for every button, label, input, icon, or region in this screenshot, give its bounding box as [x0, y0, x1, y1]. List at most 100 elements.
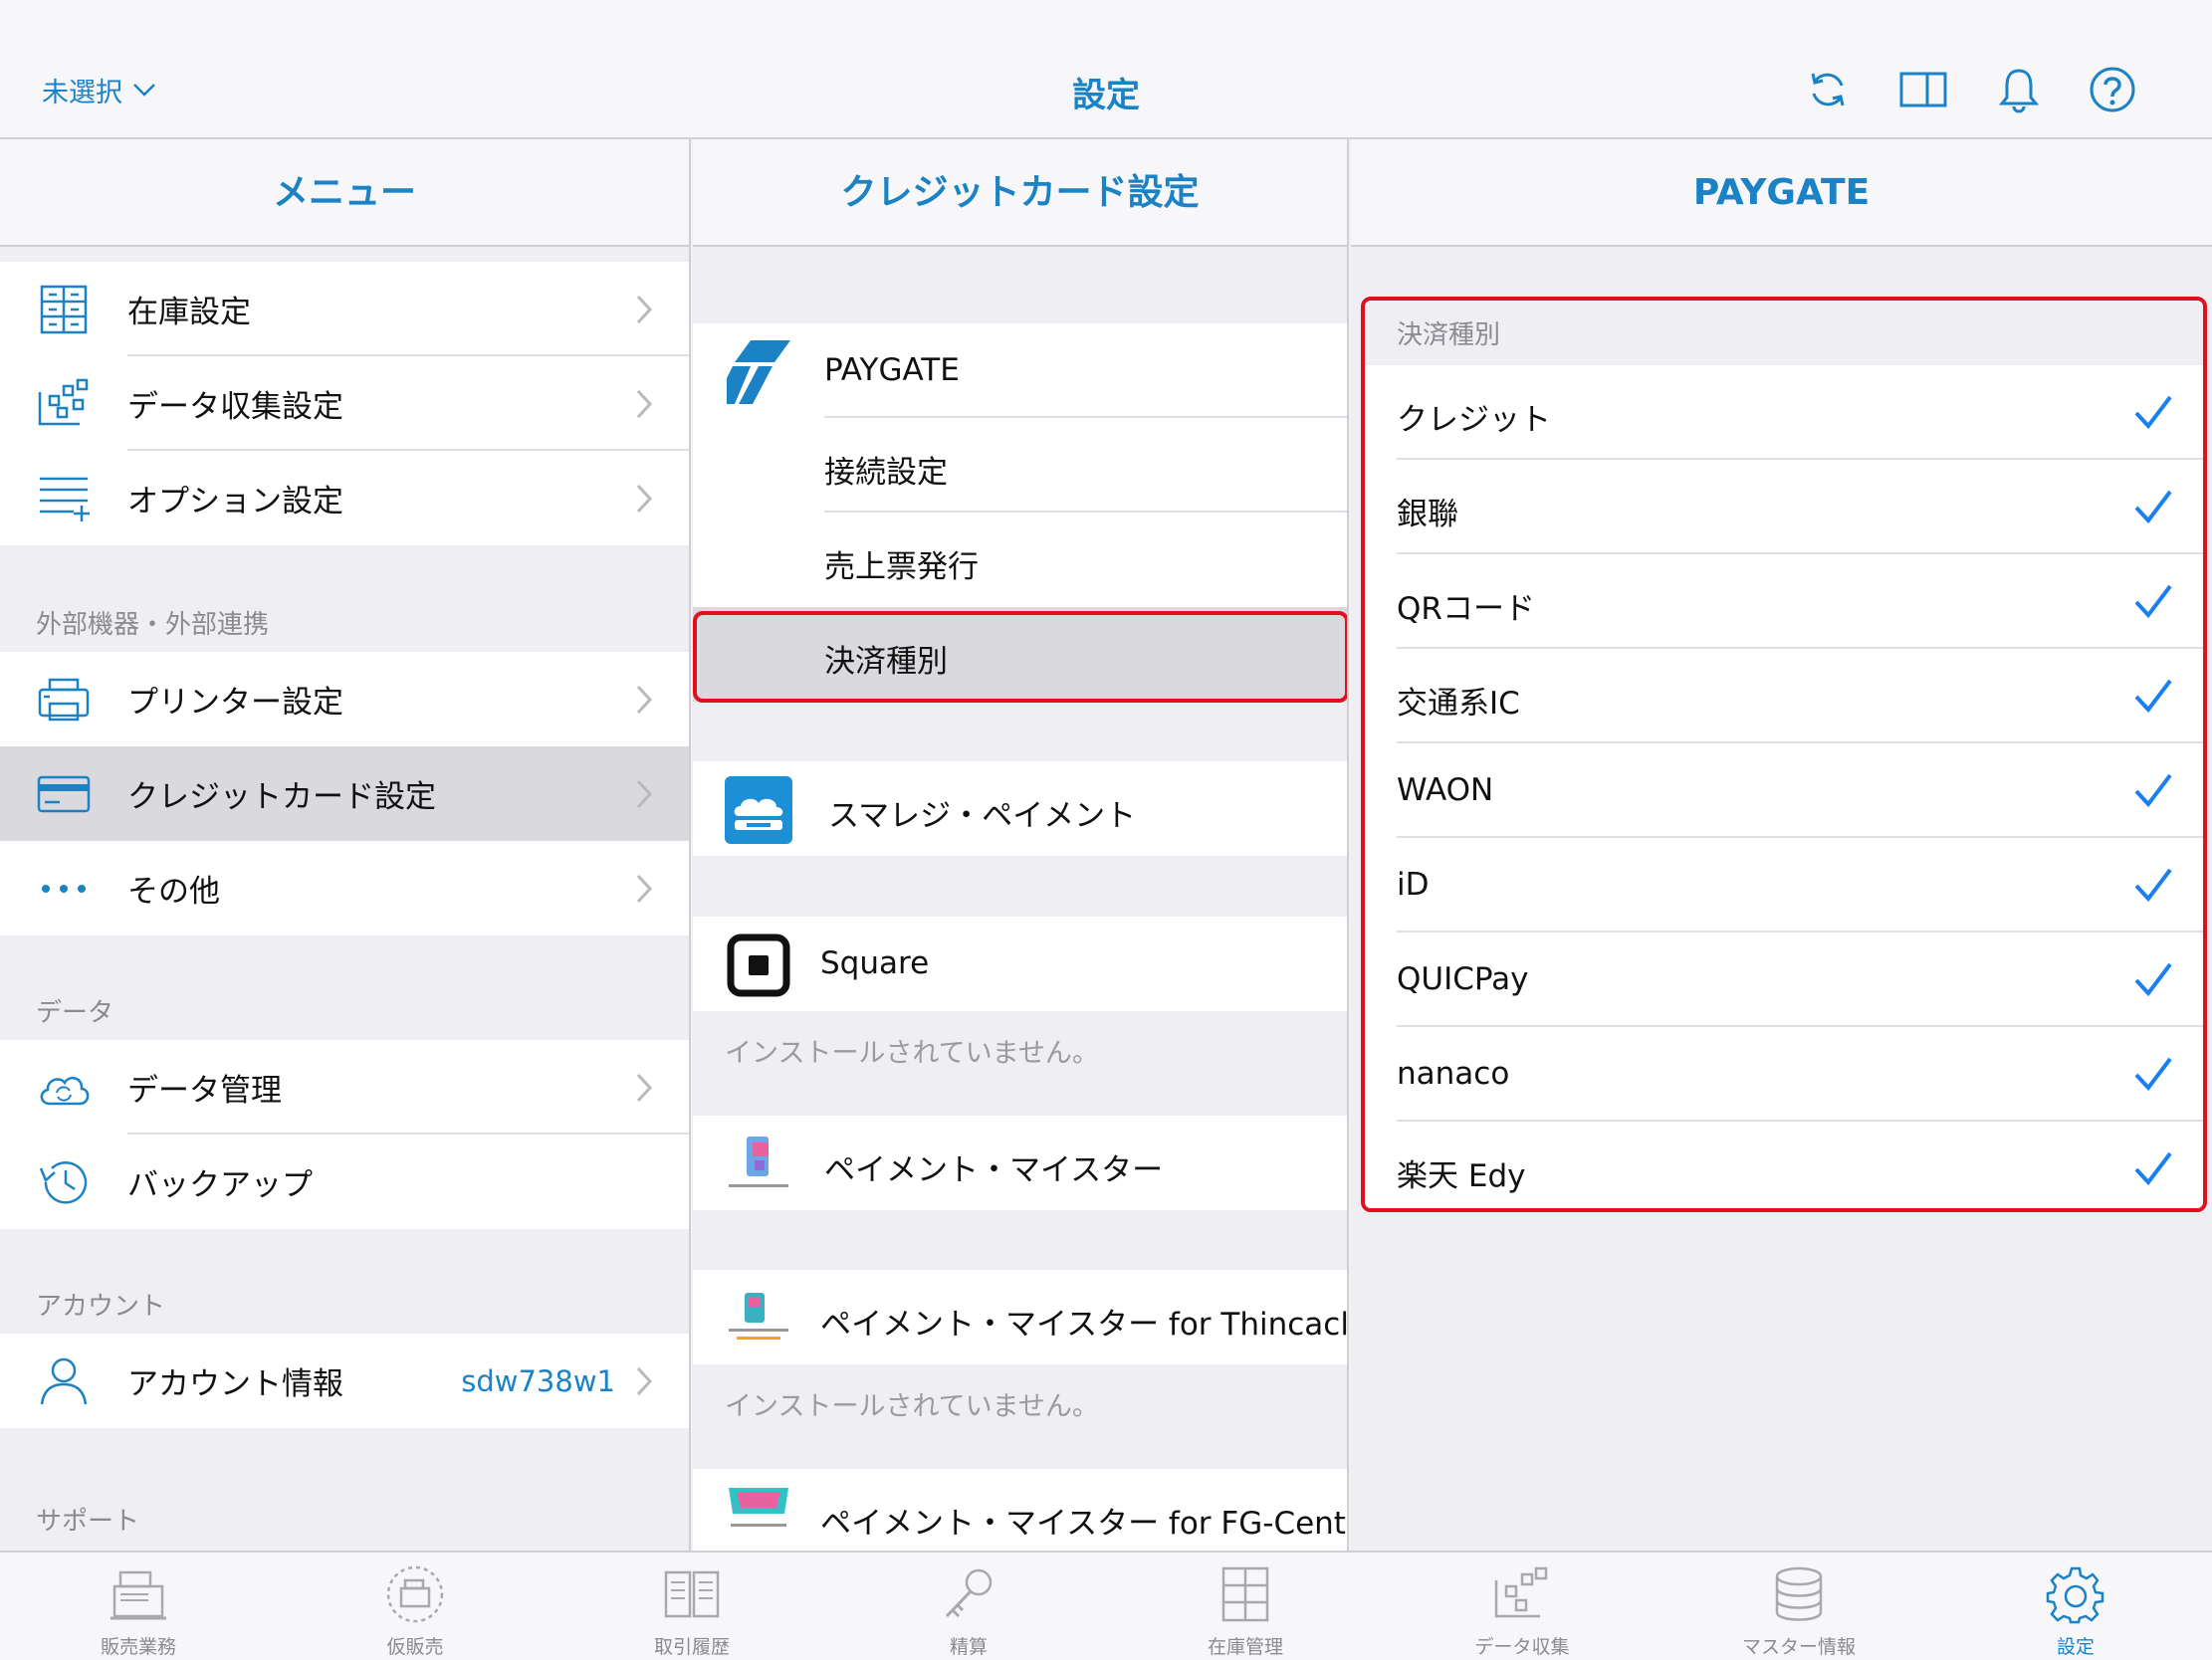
menu-item-label: クレジットカード設定	[127, 779, 436, 815]
inventory-icon	[40, 285, 88, 334]
payment-type-unionpay[interactable]: 銀聯	[1365, 460, 2203, 554]
checkmark-icon	[2134, 679, 2172, 714]
checkmark-icon	[2134, 584, 2172, 619]
tab-label: データ収集	[1474, 1636, 1570, 1658]
menu-item-option-settings[interactable]: オプション設定	[0, 451, 689, 545]
menu-item-inventory-settings[interactable]: 在庫設定	[0, 262, 689, 356]
cloud-sync-icon	[40, 1076, 90, 1106]
tab-data-collection[interactable]: データ収集	[1384, 1553, 1660, 1660]
paygate-connection-settings[interactable]: 接続設定	[693, 418, 1347, 513]
menu-item-label: その他	[127, 874, 220, 910]
smaregi-payment-logo-icon	[725, 776, 792, 844]
tab-label: 仮販売	[386, 1636, 444, 1658]
gear-icon	[2046, 1566, 2104, 1624]
payment-type-nanaco[interactable]: nanaco	[1365, 1027, 2203, 1122]
user-icon	[40, 1357, 88, 1405]
payment-meister-row[interactable]: ペイメント・マイスター	[693, 1116, 1347, 1210]
payment-type-id[interactable]: iD	[1365, 838, 2203, 933]
tab-label: 取引履歴	[653, 1636, 730, 1658]
section-header-account: アカウント	[36, 1292, 166, 1322]
smaregi-payment-row[interactable]: スマレジ・ペイメント	[693, 761, 1347, 856]
tab-provisional-sales[interactable]: 仮販売	[277, 1553, 553, 1660]
payment-type-label: クレジット	[1397, 402, 1551, 438]
menu-item-label: データ収集設定	[127, 389, 343, 425]
menu-item-credit-card-settings[interactable]: クレジットカード設定	[0, 746, 689, 841]
credit-card-icon	[37, 775, 91, 813]
database-icon	[1775, 1566, 1823, 1621]
payment-type-qr-code[interactable]: QRコード	[1365, 554, 2203, 649]
paygate-payment-type[interactable]: 決済種別	[693, 607, 1347, 702]
checkmark-icon	[2134, 773, 2172, 808]
not-installed-note: インストールされていません。	[725, 1391, 1099, 1422]
payment-type-quicpay[interactable]: QUICPay	[1365, 933, 2203, 1027]
chevron-right-icon	[636, 685, 653, 715]
chevron-right-icon	[636, 1366, 653, 1396]
key-icon	[945, 1568, 993, 1618]
paygate-label: PAYGATE	[824, 352, 960, 388]
payment-type-label: QRコード	[1397, 591, 1535, 627]
help-icon[interactable]	[2089, 66, 2136, 113]
payment-type-rakuten-edy[interactable]: 楽天 Edy	[1365, 1122, 2203, 1208]
payment-type-list: 決済種別 クレジット 銀聯 QRコード 交通系IC WAON iD QUICPa…	[1361, 297, 2207, 1212]
menu-item-data-collection-settings[interactable]: データ収集設定	[0, 356, 689, 451]
menu-item-label: 在庫設定	[127, 295, 251, 330]
list-add-icon	[40, 477, 90, 521]
menu-item-account-info[interactable]: アカウント情報 sdw738w1	[0, 1334, 689, 1428]
payment-type-waon[interactable]: WAON	[1365, 743, 2203, 838]
menu-column-title: メニュー	[0, 139, 689, 247]
bell-icon[interactable]	[1995, 66, 2043, 113]
split-view-icon[interactable]	[1899, 66, 1947, 113]
tab-master-info[interactable]: マスター情報	[1660, 1553, 1937, 1660]
tab-settings[interactable]: 設定	[1937, 1553, 2212, 1660]
paygate-receipt-issue[interactable]: 売上票発行	[693, 513, 1347, 607]
payment-type-label: nanaco	[1397, 1056, 1510, 1092]
tab-label: マスター情報	[1741, 1636, 1856, 1658]
history-icon	[39, 1161, 88, 1204]
section-header-data: データ	[36, 998, 114, 1028]
payment-type-label: 銀聯	[1397, 497, 1458, 532]
square-row[interactable]: Square	[693, 917, 1347, 1011]
square-label: Square	[820, 945, 930, 981]
provisional-register-icon	[386, 1565, 444, 1623]
paygate-column-title: PAYGATE	[1351, 139, 2212, 247]
payment-type-label: 決済種別	[824, 644, 948, 680]
payment-type-credit[interactable]: クレジット	[1365, 365, 2203, 460]
tab-label: 販売業務	[100, 1636, 176, 1658]
tab-bar: 販売業務 仮販売 取引履歴 精算 在庫管理 データ収集 マスター情報 設定	[0, 1551, 2212, 1660]
cash-register-icon	[111, 1570, 166, 1620]
tab-transaction-history[interactable]: 取引履歴	[553, 1553, 830, 1660]
checkmark-icon	[2134, 490, 2172, 524]
menu-item-data-management[interactable]: データ管理	[0, 1040, 689, 1135]
chevron-right-icon	[636, 1073, 653, 1103]
paygate-row[interactable]: PAYGATE	[693, 323, 1347, 418]
payment-type-label: iD	[1397, 867, 1430, 903]
paygate-column: PAYGATE 決済種別 クレジット 銀聯 QRコード 交通系IC WAON i…	[1351, 139, 2212, 1551]
chevron-right-icon	[636, 874, 653, 904]
chevron-right-icon	[636, 484, 653, 514]
menu-item-printer-settings[interactable]: プリンター設定	[0, 652, 689, 746]
square-logo-icon	[727, 934, 790, 997]
tab-label: 在庫管理	[1207, 1636, 1283, 1658]
sync-icon[interactable]	[1804, 66, 1852, 113]
tab-settlement[interactable]: 精算	[830, 1553, 1107, 1660]
chevron-right-icon	[636, 779, 653, 809]
payment-type-label: WAON	[1397, 772, 1494, 808]
menu-item-other[interactable]: その他	[0, 841, 689, 935]
menu-item-backup[interactable]: バックアップ	[0, 1135, 689, 1229]
data-collection-icon	[1494, 1566, 1548, 1618]
tab-sales[interactable]: 販売業務	[0, 1553, 277, 1660]
payment-type-transit-ic[interactable]: 交通系IC	[1365, 649, 2203, 743]
payment-meister-label: ペイメント・マイスター	[824, 1152, 1164, 1188]
payment-meister-thincacloud-label: ペイメント・マイスター for Thincacloud	[820, 1307, 1349, 1343]
payment-meister-thincacloud-row[interactable]: ペイメント・マイスター for Thincacloud	[693, 1270, 1347, 1364]
payment-meister-logo-icon	[729, 1137, 788, 1187]
menu-item-label: アカウント情報	[127, 1366, 343, 1402]
more-icon	[42, 885, 86, 893]
tab-inventory[interactable]: 在庫管理	[1107, 1553, 1384, 1660]
receipt-issue-label: 売上票発行	[824, 549, 979, 585]
not-installed-note: インストールされていません。	[725, 1038, 1099, 1069]
menu-item-label: データ管理	[127, 1073, 282, 1109]
book-icon	[664, 1570, 720, 1618]
payment-meister-fg-center-logo-icon	[729, 1488, 788, 1527]
payment-meister-fg-center-row[interactable]: ペイメント・マイスター for FG-Center	[693, 1469, 1347, 1551]
